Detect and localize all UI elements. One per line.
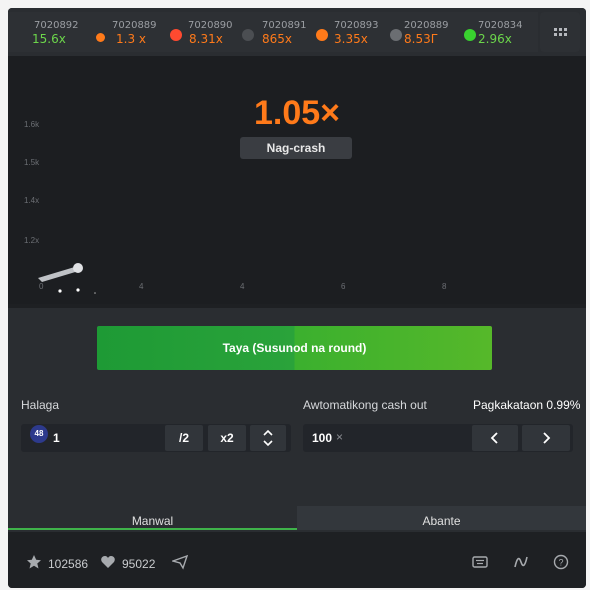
history-round: 7020892 (34, 20, 79, 31)
game-chart: 1.6k 1.5k 1.4x 1.2x 0 4 4 6 8 1.05× Nag-… (8, 56, 586, 304)
crash-status-badge: Nag-crash (240, 137, 352, 159)
chevron-left-icon (490, 432, 498, 444)
x-tick: 6 (341, 282, 346, 291)
x-tick: 8 (442, 282, 447, 291)
players-count: 102586 (48, 557, 89, 571)
crash-game-app: 7020892 15.6x 7020889 1.3 x 7020890 8.31… (8, 8, 586, 588)
history-round: 7020890 (188, 20, 233, 31)
increase-cashout-button[interactable] (522, 425, 570, 451)
history-multiplier: 1.3 x (116, 32, 146, 46)
amount-stepper[interactable] (250, 425, 286, 451)
history-round: 7020834 (478, 20, 523, 31)
send-icon[interactable] (172, 554, 188, 570)
history-item[interactable]: 7020834 2.96x (458, 18, 533, 48)
cashout-value[interactable]: 100 (312, 431, 332, 445)
history-multiplier: 8.53Г (404, 32, 439, 46)
y-tick: 1.5k (24, 158, 40, 167)
history-multiplier: 865x (262, 32, 293, 46)
history-dot (242, 29, 254, 41)
x-tick: 4 (139, 282, 144, 291)
history-dot (316, 29, 328, 41)
history-item[interactable]: 7020890 8.31x (164, 18, 239, 48)
history-item[interactable]: 7020889 1.3 x (88, 18, 163, 48)
x-tick: 4 (240, 282, 245, 291)
bet-panel: Taya (Susunod na round) Halaga 48 1 /2 x… (8, 308, 586, 532)
history-dot (390, 29, 402, 41)
keyboard-icon[interactable] (472, 554, 488, 570)
history-round: 7020889 (112, 20, 157, 31)
history-multiplier: 3.35x (334, 32, 368, 46)
history-item[interactable]: 7020891 865x (236, 18, 311, 48)
chevron-right-icon (543, 432, 551, 444)
y-tick: 1.2x (24, 236, 40, 245)
history-multiplier: 2.96x (478, 32, 512, 46)
chevron-up-down-icon (263, 429, 273, 447)
history-round: 7020893 (334, 20, 379, 31)
crash-multiplier: 1.05× (253, 94, 341, 132)
currency-chip: 48 (30, 425, 48, 443)
history-strip: 7020892 15.6x 7020889 1.3 x 7020890 8.31… (8, 12, 538, 52)
heart-icon (101, 556, 115, 568)
grid-menu-button[interactable] (540, 12, 580, 52)
plane-graphic (38, 263, 96, 294)
footer-bar: 102586 95022 ? (8, 532, 586, 588)
history-bar: 7020892 15.6x 7020889 1.3 x 7020890 8.31… (8, 8, 586, 56)
tab-advanced[interactable]: Abante (297, 514, 586, 528)
place-bet-button[interactable]: Taya (Susunod na round) (97, 326, 492, 370)
grid-icon (553, 28, 567, 36)
clear-cashout-icon[interactable]: × (336, 430, 343, 444)
amount-value[interactable]: 1 (53, 431, 60, 445)
history-dot (464, 29, 476, 41)
chart-icon[interactable] (513, 554, 529, 570)
active-tab-indicator (8, 528, 297, 530)
history-item[interactable]: 2020889 8.53Г (384, 18, 459, 48)
history-round: 2020889 (404, 20, 449, 31)
history-round: 7020891 (262, 20, 307, 31)
double-button[interactable]: x2 (208, 425, 246, 451)
history-dot (96, 33, 105, 42)
half-button[interactable]: /2 (165, 425, 203, 451)
history-item[interactable]: 7020892 15.6x (10, 18, 85, 48)
svg-text:?: ? (558, 558, 563, 568)
tab-manual[interactable]: Manwal (8, 514, 297, 528)
history-multiplier: 8.31x (189, 32, 223, 46)
history-item[interactable]: 7020893 3.35x (310, 18, 385, 48)
help-icon[interactable]: ? (553, 554, 569, 570)
likes-count: 95022 (122, 557, 156, 571)
star-icon (27, 555, 41, 569)
history-dot (170, 29, 182, 41)
probability-label: Pagkakataon 0.99% (473, 398, 581, 412)
amount-label: Halaga (21, 398, 60, 412)
decrease-cashout-button[interactable] (472, 425, 518, 451)
auto-cashout-label: Awtomatikong cash out (303, 398, 427, 412)
y-tick: 1.4x (24, 196, 40, 205)
history-multiplier: 15.6x (32, 32, 66, 46)
